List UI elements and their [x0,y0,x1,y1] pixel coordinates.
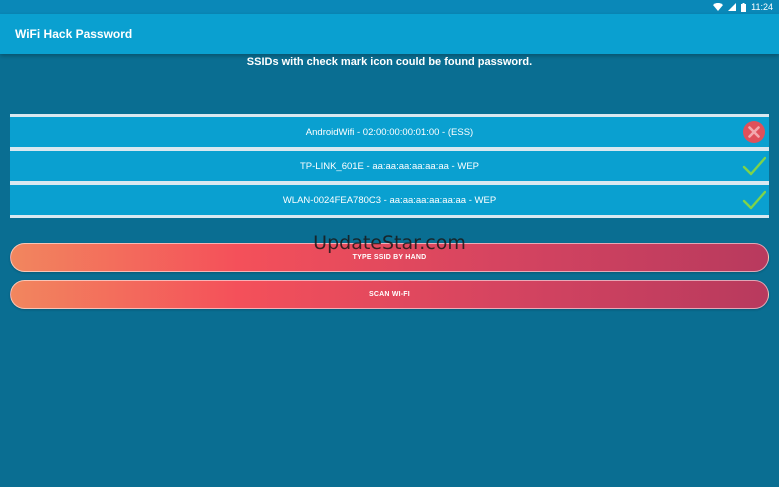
check-icon [742,154,766,178]
ssid-label: TP-LINK_601E - aa:aa:aa:aa:aa:aa - WEP [299,160,479,172]
scan-wifi-button[interactable]: SCAN WI-FI [10,280,769,309]
battery-icon [741,2,747,12]
ssid-list: AndroidWifi - 02:00:00:00:01:00 - (ESS) … [10,114,769,218]
status-bar: 11:24 [0,0,779,14]
app-bar: WiFi Hack Password [0,14,779,54]
ssid-row-wlan[interactable]: WLAN-0024FEA780C3 - aa:aa:aa:aa:aa:aa - … [10,185,769,218]
wifi-icon [713,3,724,11]
app-title: WiFi Hack Password [15,27,133,41]
ssid-label: WLAN-0024FEA780C3 - aa:aa:aa:aa:aa:aa - … [282,194,497,206]
instruction-text: SSIDs with check mark icon could be foun… [246,56,533,68]
ssid-row-tp-link[interactable]: TP-LINK_601E - aa:aa:aa:aa:aa:aa - WEP [10,151,769,185]
check-icon [742,188,766,212]
signal-icon [728,3,737,11]
status-time: 11:24 [751,2,773,12]
watermark: UpdateStar.com [313,232,466,254]
ssid-row-androidwifi[interactable]: AndroidWifi - 02:00:00:00:01:00 - (ESS) [10,117,769,151]
ssid-label: AndroidWifi - 02:00:00:00:01:00 - (ESS) [305,126,474,138]
cross-circle-icon [742,120,766,144]
